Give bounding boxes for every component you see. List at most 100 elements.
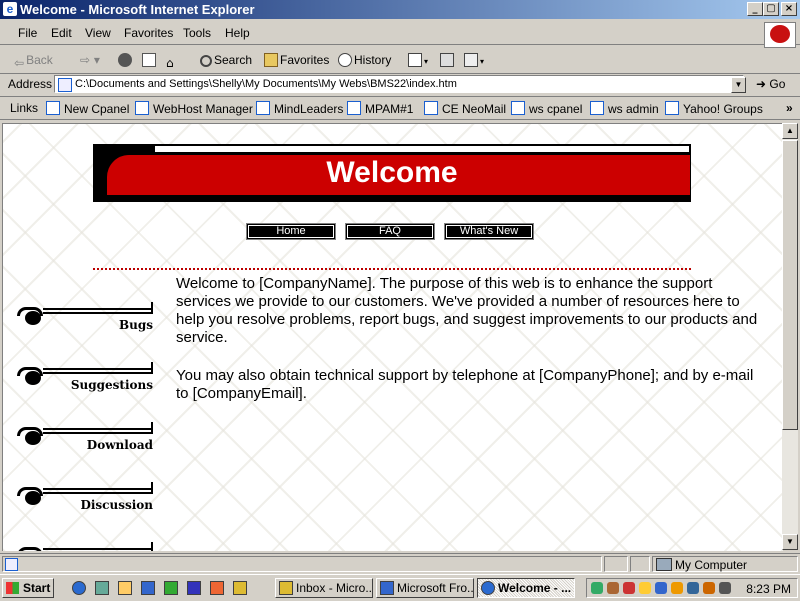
menu-view[interactable]: View <box>85 26 111 40</box>
task-frontpage[interactable]: Microsoft Fro... <box>376 578 474 598</box>
go-arrow-icon: ➜ <box>756 77 767 91</box>
address-dropdown-button[interactable]: ▼ <box>731 77 746 93</box>
stop-icon <box>118 53 132 67</box>
bullet-icon <box>25 371 41 385</box>
sidebar-link-discussion[interactable]: Discussion <box>17 482 157 512</box>
sidebar-link-bugs[interactable]: Bugs <box>17 302 157 332</box>
stop-button[interactable] <box>118 53 134 67</box>
hook-icon <box>17 547 43 551</box>
tray-warning-icon[interactable] <box>671 582 683 594</box>
link-page-icon <box>46 101 60 115</box>
mail-button[interactable]: ▾ <box>408 53 428 67</box>
sidebar-label: Bugs <box>118 318 153 332</box>
menu-help[interactable]: Help <box>225 26 250 40</box>
quicklaunch-ie-icon[interactable] <box>72 581 86 595</box>
refresh-button[interactable] <box>142 53 158 67</box>
sidebar-link-download[interactable]: Download <box>17 422 157 452</box>
scroll-up-button[interactable]: ▲ <box>782 123 798 139</box>
favorites-button[interactable]: Favorites <box>264 53 329 67</box>
system-tray: 8:23 PM <box>586 578 798 598</box>
link-webhost-manager[interactable]: WebHost Manager <box>135 101 253 116</box>
back-arrow-icon: ⇦ <box>14 56 25 70</box>
back-button[interactable]: ⇦ Back <box>14 53 53 70</box>
dotted-divider <box>93 268 691 270</box>
sidebar-link-suggestions[interactable]: Suggestions <box>17 362 157 392</box>
print-button[interactable] <box>440 53 456 67</box>
tray-antivirus-icon[interactable] <box>623 582 635 594</box>
menu-tools[interactable]: Tools <box>183 26 211 40</box>
start-button[interactable]: Start <box>2 578 54 598</box>
quicklaunch-outlook-icon[interactable] <box>233 581 247 595</box>
tray-speaker-icon[interactable] <box>607 582 619 594</box>
windows-logo-icon <box>6 582 19 594</box>
tray-monitor-icon[interactable] <box>655 582 667 594</box>
quicklaunch-frontpage-icon[interactable] <box>141 581 155 595</box>
minimize-button[interactable]: _ <box>747 2 763 16</box>
link-mindleaders[interactable]: MindLeaders <box>256 101 343 116</box>
link-label: CE NeoMail <box>442 102 507 116</box>
intro-paragraph: Welcome to [CompanyName]. The purpose of… <box>176 275 758 346</box>
tray-app-icon[interactable] <box>703 582 715 594</box>
link-ws-admin[interactable]: ws admin <box>590 101 659 116</box>
sidebar-link-partial[interactable] <box>17 542 157 551</box>
quicklaunch-desktop-icon[interactable] <box>95 581 109 595</box>
address-value: C:\Documents and Settings\Shelly\My Docu… <box>75 78 457 90</box>
status-text-pane <box>2 556 602 572</box>
home-button[interactable]: ⌂ <box>166 53 176 70</box>
link-ce-neomail[interactable]: CE NeoMail <box>424 101 506 116</box>
maximize-button[interactable]: ▢ <box>763 2 779 16</box>
link-page-icon <box>256 101 270 115</box>
scroll-down-button[interactable]: ▼ <box>782 534 798 550</box>
taskbar: Start Inbox - Micro... Microsoft Fro... … <box>0 574 800 601</box>
nav-faq-button[interactable]: FAQ <box>345 223 435 240</box>
address-bar: Address C:\Documents and Settings\Shelly… <box>0 74 800 97</box>
menu-bar: File Edit View Favorites Tools Help <box>0 20 800 45</box>
link-ws-cpanel[interactable]: ws cpanel <box>511 101 582 116</box>
menu-edit[interactable]: Edit <box>51 26 72 40</box>
vertical-scrollbar[interactable]: ▲ ▼ <box>782 123 798 550</box>
tray-network-icon[interactable] <box>591 582 603 594</box>
home-icon: ⌂ <box>166 56 174 70</box>
task-inbox[interactable]: Inbox - Micro... <box>275 578 373 598</box>
forward-button[interactable]: ⇨ ▾ <box>80 53 100 67</box>
go-button[interactable]: ➜ Go <box>756 77 785 91</box>
outlook-icon <box>279 581 293 595</box>
link-mpam1[interactable]: MPAM#1 <box>347 101 413 116</box>
task-welcome[interactable]: Welcome - ... <box>477 578 575 598</box>
zone-pane: My Computer <box>652 556 798 572</box>
link-label: WebHost Manager <box>153 102 253 116</box>
history-button[interactable]: History <box>338 53 391 67</box>
link-page-icon <box>665 101 679 115</box>
link-yahoo-groups[interactable]: Yahoo! Groups <box>665 101 763 116</box>
clock[interactable]: 8:23 PM <box>746 582 791 596</box>
nav-home-button[interactable]: Home <box>246 223 336 240</box>
scroll-thumb[interactable] <box>782 140 798 430</box>
links-bar: Links New Cpanel WebHost Manager MindLea… <box>0 97 800 120</box>
tray-app-icon[interactable] <box>687 582 699 594</box>
history-icon <box>338 53 352 67</box>
tray-phone-icon[interactable] <box>719 582 731 594</box>
close-button[interactable]: × <box>781 2 797 16</box>
menu-favorites[interactable]: Favorites <box>124 26 173 40</box>
edit-button[interactable]: ▾ <box>464 53 484 67</box>
ie-icon: e <box>3 2 17 16</box>
link-label: MindLeaders <box>274 102 344 116</box>
links-more-button[interactable]: » <box>786 101 793 115</box>
nav-whats-new-button[interactable]: What's New <box>444 223 534 240</box>
search-button[interactable]: Search <box>200 53 252 67</box>
tray-messenger-icon[interactable] <box>639 582 651 594</box>
menu-file[interactable]: File <box>18 26 37 40</box>
go-label: Go <box>769 77 786 91</box>
quicklaunch-word-icon[interactable] <box>187 581 201 595</box>
bullet-icon <box>25 431 41 445</box>
address-input[interactable]: C:\Documents and Settings\Shelly\My Docu… <box>54 75 744 93</box>
link-page-icon <box>590 101 604 115</box>
edit-dropdown-icon: ▾ <box>480 57 485 66</box>
address-label: Address <box>8 77 53 91</box>
quicklaunch-powerpoint-icon[interactable] <box>210 581 224 595</box>
title-bar[interactable]: e Welcome - Microsoft Internet Explorer … <box>0 0 800 19</box>
quicklaunch-excel-icon[interactable] <box>164 581 178 595</box>
link-new-cpanel[interactable]: New Cpanel <box>46 101 129 116</box>
quicklaunch-notepad-icon[interactable] <box>118 581 132 595</box>
bullet-icon <box>25 311 41 325</box>
